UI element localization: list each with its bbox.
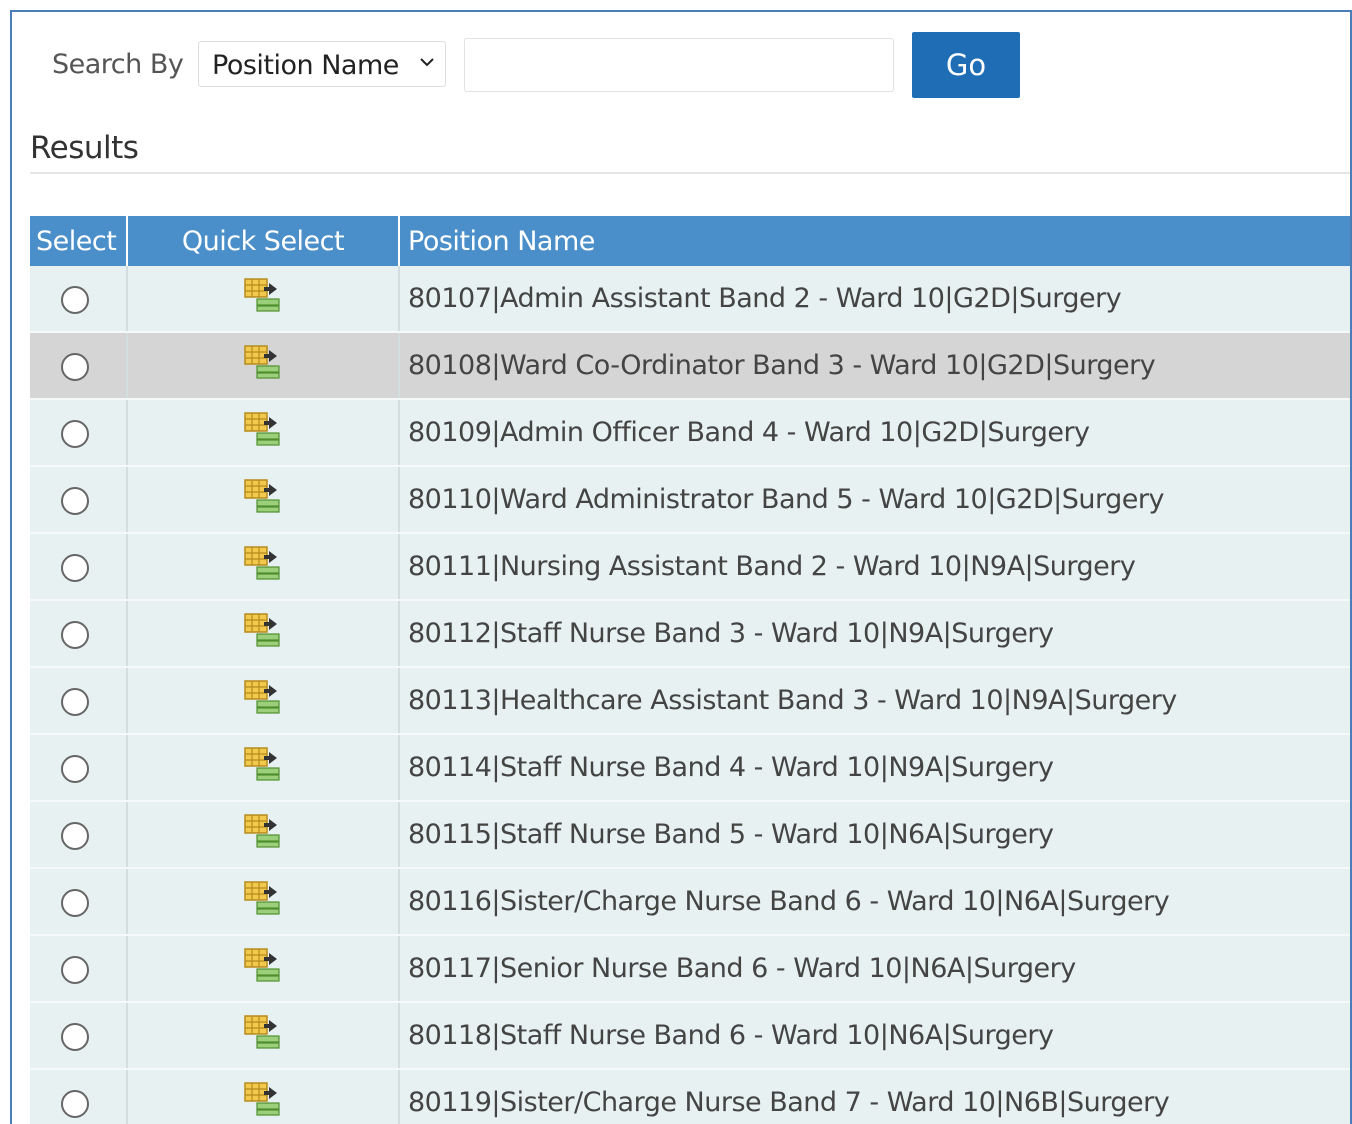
table-row[interactable]: 80111|Nursing Assistant Band 2 - Ward 10…	[30, 533, 1350, 601]
quick-select-icon[interactable]	[243, 813, 283, 856]
search-by-dropdown[interactable]: Position Name	[198, 41, 446, 87]
quick-select-cell	[127, 667, 400, 735]
quick-select-icon[interactable]	[243, 545, 283, 588]
select-cell	[30, 734, 128, 802]
select-radio[interactable]	[61, 553, 89, 582]
table-row[interactable]: 80115|Staff Nurse Band 5 - Ward 10|N6A|S…	[30, 801, 1350, 869]
table-row[interactable]: 80119|Sister/Charge Nurse Band 7 - Ward …	[30, 1069, 1350, 1124]
select-radio[interactable]	[61, 687, 89, 716]
search-by-selected-value: Position Name	[212, 50, 399, 81]
quick-select-icon[interactable]	[243, 746, 283, 789]
quick-select-cell	[127, 332, 400, 400]
select-cell	[30, 667, 128, 735]
column-header-select: Select	[30, 216, 128, 266]
quick-select-icon[interactable]	[243, 344, 283, 387]
position-name-cell: 80113|Healthcare Assistant Band 3 - Ward…	[399, 667, 1350, 735]
position-name-cell: 80119|Sister/Charge Nurse Band 7 - Ward …	[399, 1069, 1350, 1124]
select-cell	[30, 466, 128, 534]
results-heading: Results	[30, 130, 139, 166]
quick-select-icon[interactable]	[243, 880, 283, 923]
select-radio[interactable]	[61, 955, 89, 984]
select-radio[interactable]	[61, 285, 89, 314]
select-radio[interactable]	[61, 486, 89, 515]
position-name-cell: 80111|Nursing Assistant Band 2 - Ward 10…	[399, 533, 1350, 601]
select-cell	[30, 600, 128, 668]
table-row[interactable]: 80112|Staff Nurse Band 3 - Ward 10|N9A|S…	[30, 600, 1350, 668]
quick-select-cell	[127, 399, 400, 467]
select-cell	[30, 533, 128, 601]
quick-select-icon[interactable]	[243, 1081, 283, 1124]
quick-select-cell	[127, 466, 400, 534]
position-name-cell: 80117|Senior Nurse Band 6 - Ward 10|N6A|…	[399, 935, 1350, 1003]
select-radio[interactable]	[61, 352, 89, 381]
position-name-cell: 80114|Staff Nurse Band 4 - Ward 10|N9A|S…	[399, 734, 1350, 802]
quick-select-icon[interactable]	[243, 679, 283, 722]
table-row[interactable]: 80108|Ward Co-Ordinator Band 3 - Ward 10…	[30, 332, 1350, 400]
column-header-quick-select: Quick Select	[127, 216, 400, 266]
position-name-cell: 80109|Admin Officer Band 4 - Ward 10|G2D…	[399, 399, 1350, 467]
quick-select-icon[interactable]	[243, 612, 283, 655]
select-cell	[30, 935, 128, 1003]
quick-select-cell	[127, 935, 400, 1003]
table-row[interactable]: 80117|Senior Nurse Band 6 - Ward 10|N6A|…	[30, 935, 1350, 1003]
results-table-body: 80107|Admin Assistant Band 2 - Ward 10|G…	[30, 266, 1350, 1124]
quick-select-cell	[127, 868, 400, 936]
table-row[interactable]: 80113|Healthcare Assistant Band 3 - Ward…	[30, 667, 1350, 735]
quick-select-icon[interactable]	[243, 947, 283, 990]
chevron-down-icon	[420, 58, 434, 67]
search-bar: Search By Position Name Go	[12, 12, 1350, 122]
table-row[interactable]: 80118|Staff Nurse Band 6 - Ward 10|N6A|S…	[30, 1002, 1350, 1070]
quick-select-cell	[127, 801, 400, 869]
table-row[interactable]: 80114|Staff Nurse Band 4 - Ward 10|N9A|S…	[30, 734, 1350, 802]
position-name-cell: 80107|Admin Assistant Band 2 - Ward 10|G…	[399, 266, 1350, 333]
position-name-cell: 80110|Ward Administrator Band 5 - Ward 1…	[399, 466, 1350, 534]
position-name-cell: 80115|Staff Nurse Band 5 - Ward 10|N6A|S…	[399, 801, 1350, 869]
search-input[interactable]	[464, 38, 894, 92]
position-name-cell: 80112|Staff Nurse Band 3 - Ward 10|N9A|S…	[399, 600, 1350, 668]
quick-select-icon[interactable]	[243, 411, 283, 454]
select-cell	[30, 332, 128, 400]
quick-select-cell	[127, 600, 400, 668]
select-radio[interactable]	[61, 419, 89, 448]
select-cell	[30, 399, 128, 467]
select-radio[interactable]	[61, 1022, 89, 1051]
position-name-cell: 80118|Staff Nurse Band 6 - Ward 10|N6A|S…	[399, 1002, 1350, 1070]
select-cell	[30, 1002, 128, 1070]
select-radio[interactable]	[61, 821, 89, 850]
quick-select-cell	[127, 533, 400, 601]
quick-select-icon[interactable]	[243, 478, 283, 521]
select-cell	[30, 801, 128, 869]
search-by-label: Search By	[52, 49, 184, 80]
quick-select-cell	[127, 1002, 400, 1070]
quick-select-cell	[127, 734, 400, 802]
quick-select-cell	[127, 1069, 400, 1124]
column-header-position-name[interactable]: Position Name	[399, 216, 1350, 266]
quick-select-icon[interactable]	[243, 1014, 283, 1057]
position-name-cell: 80108|Ward Co-Ordinator Band 3 - Ward 10…	[399, 332, 1350, 400]
table-header-row: Select Quick Select Position Name	[30, 216, 1350, 266]
table-row[interactable]: 80116|Sister/Charge Nurse Band 6 - Ward …	[30, 868, 1350, 936]
go-button[interactable]: Go	[912, 32, 1020, 98]
select-radio[interactable]	[61, 754, 89, 783]
results-table: Select Quick Select Position Name 80107|…	[30, 216, 1350, 1124]
select-cell	[30, 1069, 128, 1124]
quick-select-icon[interactable]	[243, 277, 283, 320]
select-cell	[30, 868, 128, 936]
position-name-cell: 80116|Sister/Charge Nurse Band 6 - Ward …	[399, 868, 1350, 936]
select-radio[interactable]	[61, 620, 89, 649]
quick-select-cell	[127, 266, 400, 333]
position-search-panel: Search By Position Name Go Results Selec…	[10, 10, 1352, 1124]
table-row[interactable]: 80109|Admin Officer Band 4 - Ward 10|G2D…	[30, 399, 1350, 467]
select-radio[interactable]	[61, 1089, 89, 1118]
table-row[interactable]: 80110|Ward Administrator Band 5 - Ward 1…	[30, 466, 1350, 534]
select-radio[interactable]	[61, 888, 89, 917]
table-row[interactable]: 80107|Admin Assistant Band 2 - Ward 10|G…	[30, 266, 1350, 333]
select-cell	[30, 266, 128, 333]
results-divider	[30, 172, 1350, 174]
